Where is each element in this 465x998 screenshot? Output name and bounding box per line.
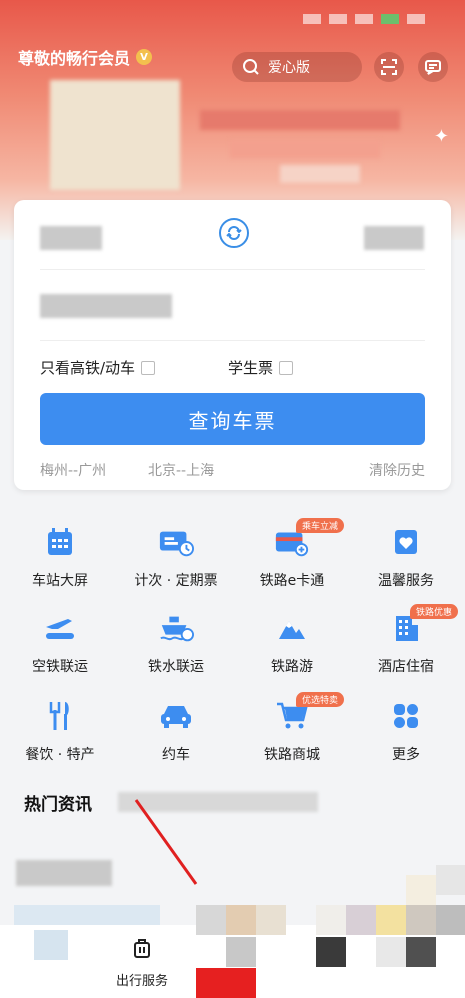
service-label: 酒店住宿 [378, 659, 434, 675]
service-station-screen[interactable]: 车站大屏 [2, 526, 118, 590]
car-icon [158, 700, 194, 732]
service-hotel[interactable]: 铁路优惠 酒店住宿 [348, 604, 464, 676]
status-bar [303, 14, 425, 24]
news-item-title[interactable] [16, 860, 112, 886]
care-mode-search[interactable]: 爱心版 [232, 52, 362, 82]
message-icon [425, 60, 441, 75]
divider [40, 269, 425, 270]
service-label: 空铁联运 [32, 659, 88, 675]
service-ecard[interactable]: 乘车立减 铁路e卡通 [234, 518, 350, 590]
student-label: 学生票 [228, 359, 274, 377]
service-more[interactable]: 更多 [348, 700, 464, 764]
divider [40, 340, 425, 341]
more-grid-icon [388, 700, 424, 732]
banner-text-block [230, 140, 380, 158]
service-air-rail[interactable]: 空铁联运 [2, 612, 118, 676]
clear-history-button[interactable]: 清除历史 [369, 460, 425, 480]
service-label: 更多 [392, 747, 420, 763]
history-item[interactable]: 北京--上海 [148, 460, 214, 480]
service-label: 温馨服务 [378, 573, 434, 589]
promo-tag: 乘车立减 [296, 518, 345, 533]
scan-button[interactable] [374, 52, 404, 82]
promo-tag: 优选特卖 [296, 692, 345, 707]
tab-travel-service[interactable]: 出行服务 [110, 938, 174, 989]
nav-tab-blurred[interactable] [34, 930, 68, 960]
service-label: 铁路e卡通 [259, 573, 325, 589]
news-ticker[interactable] [118, 792, 318, 812]
ticket-search-card: 只看高铁/动车 学生票 查询车票 梅州--广州 北京--上海 清除历史 [14, 200, 451, 490]
service-label: 车站大屏 [32, 573, 88, 589]
student-option[interactable]: 学生票 [228, 357, 294, 378]
luggage-icon [134, 939, 150, 958]
member-title-text: 尊敬的畅行会员 [18, 49, 131, 68]
ship-rail-icon [158, 612, 194, 644]
service-label: 餐饮 · 特产 [25, 747, 95, 763]
departure-station[interactable] [40, 226, 102, 250]
departure-date[interactable] [40, 294, 172, 318]
dining-icon [42, 700, 78, 732]
air-rail-icon [42, 612, 78, 644]
hot-news-title: 热门资讯 [24, 795, 92, 815]
station-screen-icon [42, 526, 78, 558]
service-warm-service[interactable]: 温馨服务 [348, 526, 464, 590]
service-label: 铁路商城 [264, 747, 320, 763]
promo-tag: 铁路优惠 [410, 604, 459, 619]
arrival-station[interactable] [364, 226, 424, 250]
censored-region [196, 865, 465, 998]
heart-service-icon [388, 526, 424, 558]
high-speed-option[interactable]: 只看高铁/动车 [40, 357, 156, 378]
member-title[interactable]: 尊敬的畅行会员 V [18, 45, 153, 69]
service-mall[interactable]: 优选特卖 铁路商城 [234, 692, 350, 764]
swap-stations-button[interactable] [219, 218, 249, 248]
service-ship-rail[interactable]: 铁水联运 [118, 612, 234, 676]
service-label: 约车 [162, 747, 190, 763]
service-label: 计次 · 定期票 [134, 573, 218, 589]
banner-text-block [280, 165, 360, 183]
service-label: 铁水联运 [148, 659, 204, 675]
mountain-icon [274, 612, 310, 644]
care-mode-label: 爱心版 [268, 60, 310, 76]
service-rail-tour[interactable]: 铁路游 [234, 612, 350, 676]
service-ticket-pass[interactable]: 计次 · 定期票 [118, 526, 234, 590]
swap-icon [226, 226, 242, 240]
student-checkbox[interactable] [279, 360, 294, 375]
query-tickets-button[interactable]: 查询车票 [40, 393, 425, 445]
banner-image [50, 80, 180, 190]
service-label: 铁路游 [271, 659, 313, 675]
service-dining[interactable]: 餐饮 · 特产 [2, 700, 118, 764]
sparkle-icon: ✦ [433, 126, 449, 147]
search-icon [243, 59, 259, 75]
message-button[interactable] [418, 52, 448, 82]
scan-icon [381, 59, 397, 75]
history-item[interactable]: 梅州--广州 [40, 460, 106, 480]
high-speed-checkbox[interactable] [141, 360, 156, 375]
high-speed-label: 只看高铁/动车 [40, 359, 136, 377]
vip-badge-icon: V [136, 49, 153, 65]
banner-text-block [200, 110, 400, 130]
tab-label: 出行服务 [115, 974, 168, 989]
ticket-pass-icon [158, 526, 194, 558]
service-ride[interactable]: 约车 [118, 700, 234, 764]
